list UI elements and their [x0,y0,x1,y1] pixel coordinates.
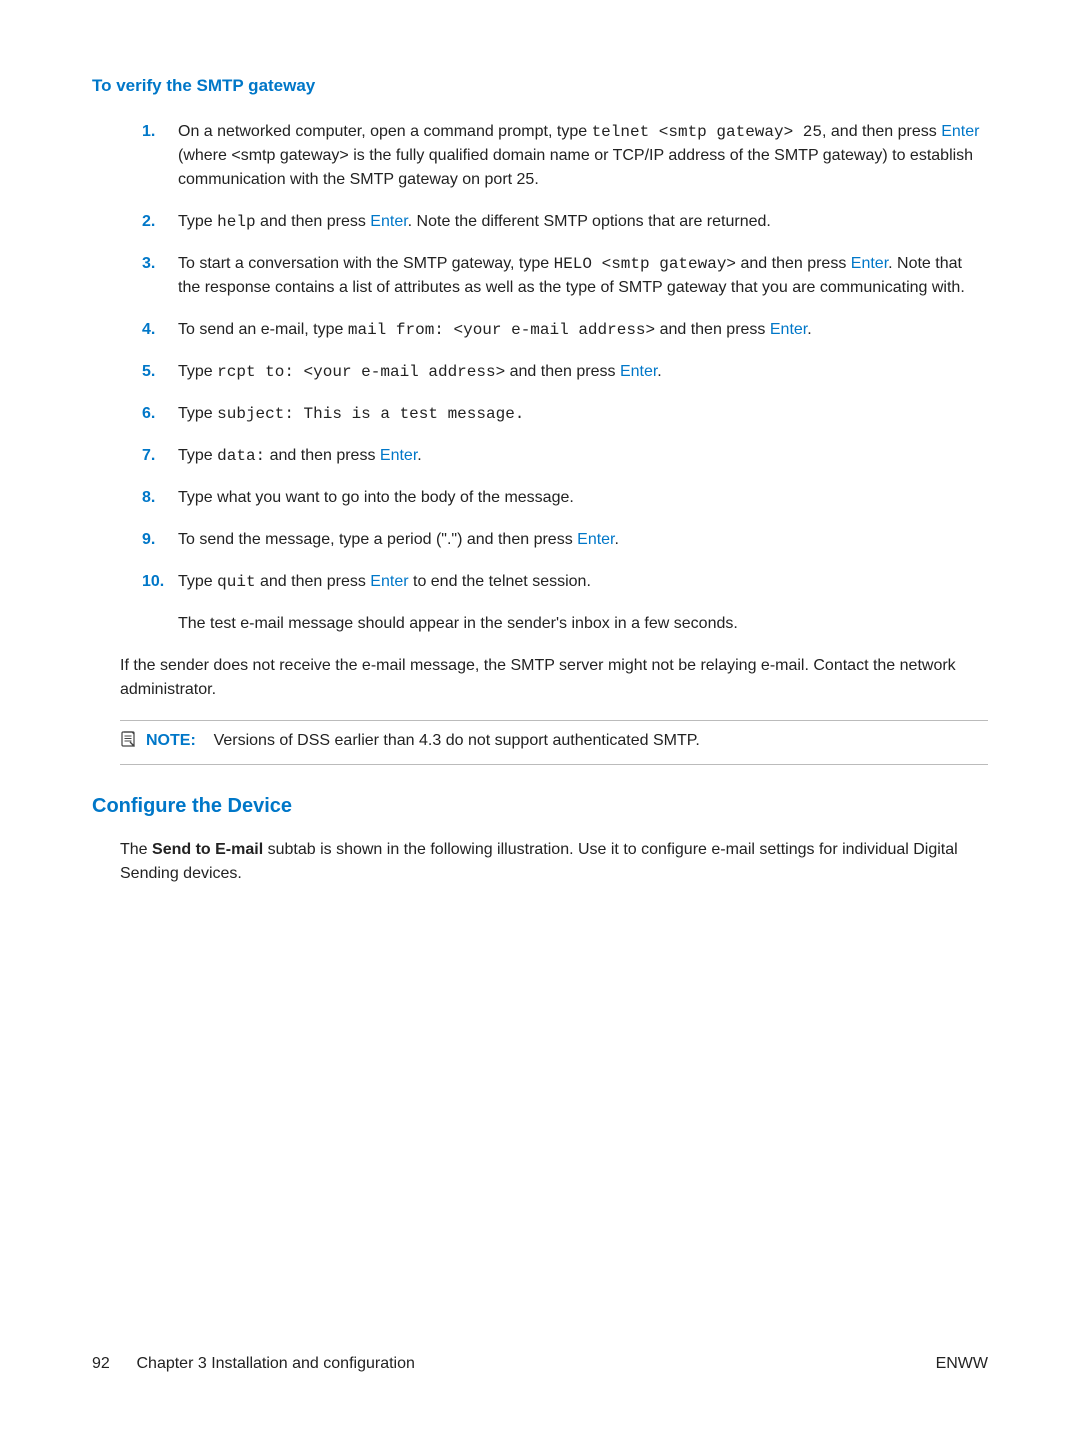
text-run: To send an e-mail, type [178,321,348,338]
step-number: 2. [142,210,178,234]
note-text: Versions of DSS earlier than 4.3 do not … [214,732,700,749]
step-number: 6. [142,402,178,426]
enter-keyword: Enter [941,123,979,140]
text-run: and then press [505,363,620,380]
heading-configure-device: Configure the Device [92,795,988,818]
step-item: 7.Type data: and then press Enter. [142,444,988,468]
step-number: 7. [142,444,178,468]
step-item: 4.To send an e-mail, type mail from: <yo… [142,318,988,342]
note-content: NOTE: Versions of DSS earlier than 4.3 d… [146,729,700,753]
page-footer: 92 Chapter 3 Installation and configurat… [92,1355,988,1373]
text-run: . [807,321,811,338]
text-run: , and then press [822,123,941,140]
text-run: and then press [655,321,770,338]
text-run: and then press [256,213,371,230]
step-body: On a networked computer, open a command … [178,120,988,192]
text-run: . [615,531,619,548]
step-item: 5.Type rcpt to: <your e-mail address> an… [142,360,988,384]
bold-text: Send to E-mail [152,841,263,858]
step-number: 10. [142,570,178,594]
note-label: NOTE: [146,732,196,749]
step-item: 2.Type help and then press Enter. Note t… [142,210,988,234]
footer-chapter: Chapter 3 Installation and configuration [136,1355,414,1372]
step-item: 10.Type quit and then press Enter to end… [142,570,988,594]
text-run: Type [178,573,217,590]
text-run: Type [178,405,217,422]
step-item: 8.Type what you want to go into the body… [142,486,988,510]
heading-verify-smtp: To verify the SMTP gateway [92,76,988,96]
text-run: to end the telnet session. [409,573,591,590]
text-run: The [120,841,152,858]
step-item: 3.To start a conversation with the SMTP … [142,252,988,300]
step-number: 8. [142,486,178,510]
step-body: Type what you want to go into the body o… [178,486,988,510]
step-body: Type quit and then press Enter to end th… [178,570,988,594]
step-number: 1. [142,120,178,144]
text-run: On a networked computer, open a command … [178,123,592,140]
note-icon [120,730,138,756]
enter-keyword: Enter [770,321,807,338]
text-run: Type what you want to go into the body o… [178,489,574,506]
text-run: and then press [256,573,371,590]
step-item: 6.Type subject: This is a test message. [142,402,988,426]
steps-list: 1.On a networked computer, open a comman… [142,120,988,594]
mono-text: data: [217,447,265,465]
step-item: 9.To send the message, type a period (".… [142,528,988,552]
text-run: and then press [265,447,380,464]
step-body: To send an e-mail, type mail from: <your… [178,318,988,342]
text-run: Type [178,447,217,464]
text-run: . Note the different SMTP options that a… [408,213,771,230]
after-list-text: The test e-mail message should appear in… [178,612,988,636]
step-body: Type data: and then press Enter. [178,444,988,468]
footer-right: ENWW [936,1355,988,1373]
step-body: Type help and then press Enter. Note the… [178,210,988,234]
configure-paragraph: The Send to E-mail subtab is shown in th… [120,838,988,886]
footer-left: 92 Chapter 3 Installation and configurat… [92,1355,415,1373]
text-run: (where <smtp gateway> is the fully quali… [178,147,973,188]
enter-keyword: Enter [370,213,407,230]
enter-keyword: Enter [370,573,408,590]
step-number: 3. [142,252,178,276]
step-body: Type subject: This is a test message. [178,402,988,426]
text-run: . [657,363,661,380]
mono-text: mail from: <your e-mail address> [348,321,655,339]
footer-page-number: 92 [92,1355,110,1372]
enter-keyword: Enter [577,531,614,548]
mono-text: telnet <smtp gateway> 25 [592,123,822,141]
mono-text: help [217,213,255,231]
mono-text: HELO <smtp gateway> [554,255,736,273]
text-run: Type [178,213,217,230]
text-run: To start a conversation with the SMTP ga… [178,255,554,272]
step-body: To start a conversation with the SMTP ga… [178,252,988,300]
mono-text: quit [217,573,255,591]
step-item: 1.On a networked computer, open a comman… [142,120,988,192]
enter-keyword: Enter [380,447,417,464]
note-block: NOTE: Versions of DSS earlier than 4.3 d… [120,720,988,765]
step-body: Type rcpt to: <your e-mail address> and … [178,360,988,384]
mono-text: subject: This is a test message. [217,405,524,423]
text-run: Type [178,363,217,380]
step-number: 5. [142,360,178,384]
enter-keyword: Enter [851,255,888,272]
fail-paragraph: If the sender does not receive the e-mai… [120,654,988,702]
step-number: 4. [142,318,178,342]
text-run: and then press [736,255,851,272]
step-number: 9. [142,528,178,552]
mono-text: rcpt to: <your e-mail address> [217,363,505,381]
text-run: . [417,447,421,464]
step-body: To send the message, type a period (".")… [178,528,988,552]
text-run: To send the message, type a period (".")… [178,531,577,548]
enter-keyword: Enter [620,363,657,380]
